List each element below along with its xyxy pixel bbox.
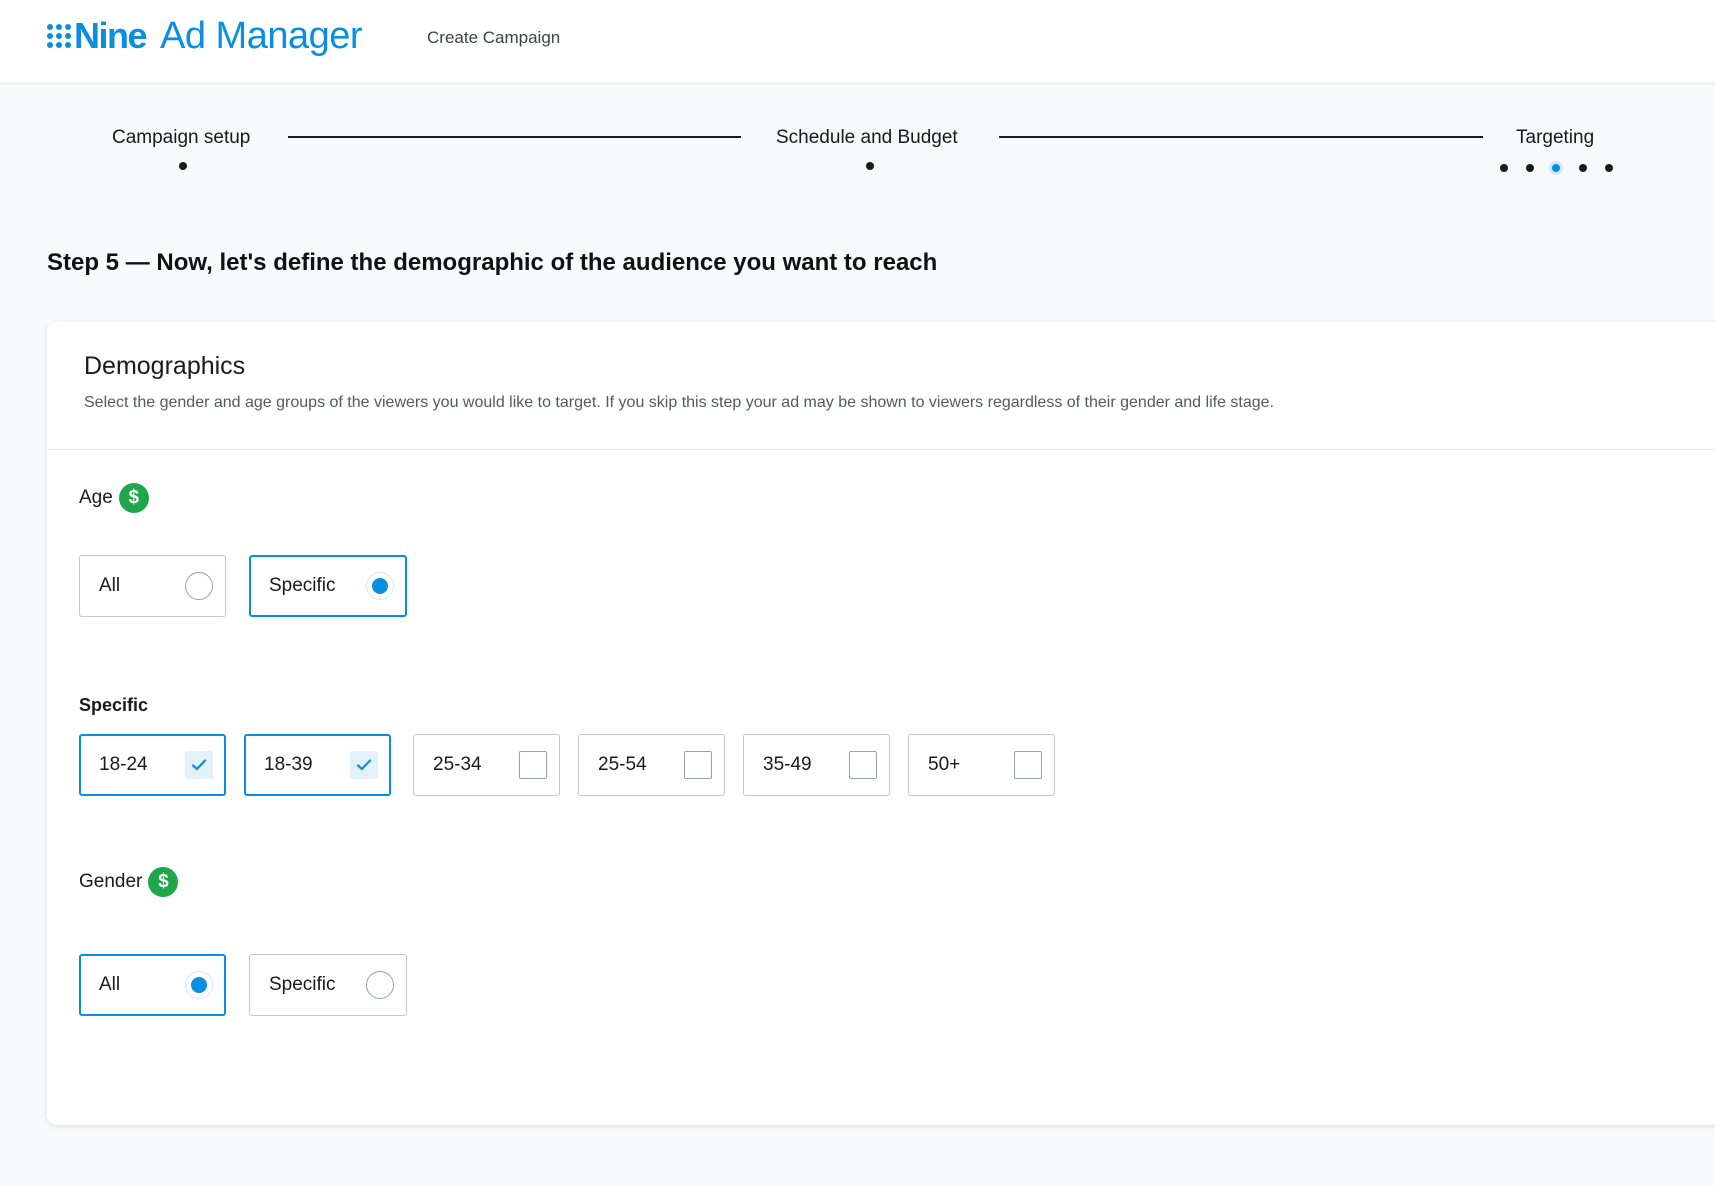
option-label: Specific [269,974,336,995]
radio-selected-icon[interactable] [366,572,394,600]
nine-logo-dots-icon [47,24,71,48]
step-connector [999,136,1483,138]
card-description: Select the gender and age groups of the … [84,394,1275,411]
card-title: Demographics [84,352,246,380]
step-campaign-setup-dot [179,162,187,170]
checkbox-checked-icon[interactable] [350,751,378,779]
paid-dollar-icon: $ [118,483,149,513]
checkbox-unchecked-icon[interactable] [1014,751,1042,779]
option-label: All [99,974,121,995]
range-label: 25-34 [433,754,482,775]
option-label: Specific [269,575,336,596]
gender-specific-option[interactable]: Specific [249,954,407,1016]
page-title: Create Campaign [427,28,561,47]
brand-product: Ad Manager [160,14,363,57]
range-label: 18-39 [264,754,313,775]
substep-dot-current [1552,164,1560,172]
radio-selected-icon[interactable] [185,971,213,999]
age-range-35-49[interactable]: 35-49 [743,734,890,796]
step-targeting[interactable]: Targeting [1516,127,1594,149]
radio-unselected-icon[interactable] [366,971,394,999]
top-bar: Nine Ad Manager Create Campaign [0,0,1715,84]
age-all-option[interactable]: All [79,555,226,617]
age-range-25-54[interactable]: 25-54 [578,734,725,796]
option-label: All [99,575,121,596]
range-label: 50+ [928,754,961,775]
gender-label-text: Gender [79,871,143,892]
age-specific-option[interactable]: Specific [249,555,407,617]
brand-logo[interactable]: Nine Ad Manager [47,14,363,58]
range-label: 18-24 [99,754,148,775]
range-label: 25-54 [598,754,647,775]
specific-label: Specific [79,695,149,715]
substep-dot [1605,164,1613,172]
brand-name: Nine [74,15,148,56]
gender-all-option[interactable]: All [79,954,226,1016]
checkbox-unchecked-icon[interactable] [849,751,877,779]
age-range-18-24[interactable]: 18-24 [79,734,226,796]
range-label: 35-49 [763,754,812,775]
substep-dot [1500,164,1508,172]
radio-unselected-icon[interactable] [185,572,213,600]
age-range-50-plus[interactable]: 50+ [908,734,1055,796]
age-label-text: Age [79,487,113,508]
age-range-18-39[interactable]: 18-39 [244,734,391,796]
step-heading: Step 5 — Now, let's define the demograph… [47,249,938,276]
step-campaign-setup[interactable]: Campaign setup [112,127,250,149]
checkbox-unchecked-icon[interactable] [684,751,712,779]
step-connector [288,136,741,138]
gender-label: Gender $ [79,867,179,897]
step-schedule-budget[interactable]: Schedule and Budget [776,127,958,149]
substep-dot [1579,164,1587,172]
paid-dollar-icon: $ [148,867,179,897]
checkbox-unchecked-icon[interactable] [519,751,547,779]
substep-dot [1526,164,1534,172]
step-schedule-budget-dot [866,162,874,170]
age-range-25-34[interactable]: 25-34 [413,734,560,796]
demographics-card: Demographics Select the gender and age g… [47,322,1715,1125]
checkbox-checked-icon[interactable] [185,751,213,779]
age-label: Age $ [79,483,149,513]
progress-stepper: Campaign setup Schedule and Budget Targe… [0,120,1715,200]
card-header: Demographics Select the gender and age g… [47,322,1715,450]
